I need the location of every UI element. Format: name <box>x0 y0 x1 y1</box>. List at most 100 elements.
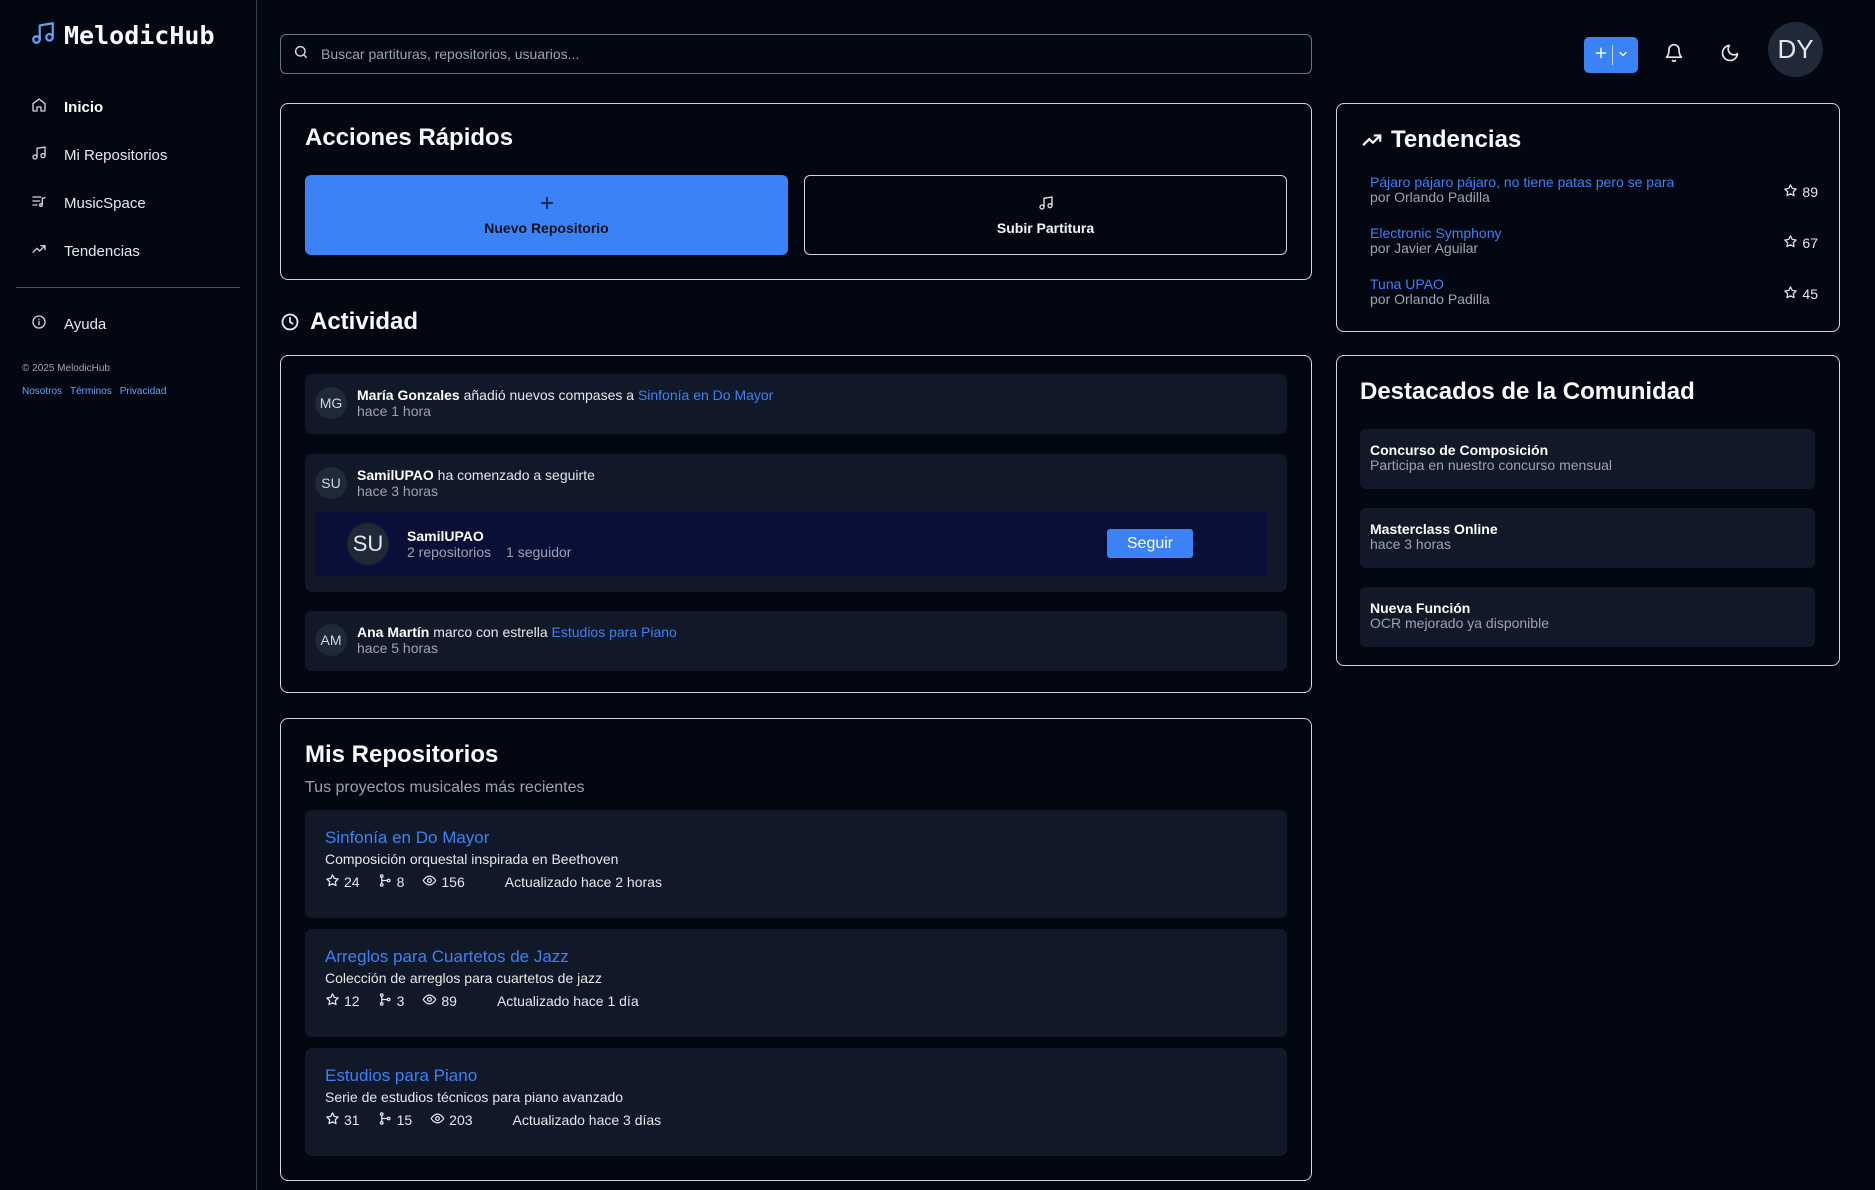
footer-link-privacidad[interactable]: Privacidad <box>120 386 167 397</box>
sidebar-divider <box>16 287 240 288</box>
activity-text: María Gonzales añadió nuevos compases a … <box>357 387 773 403</box>
featured-item[interactable]: Nueva Función OCR mejorado ya disponible <box>1360 587 1815 647</box>
eye-icon <box>422 992 437 1010</box>
trend-name-link[interactable]: Pájaro pájaro pájaro, no tiene patas per… <box>1370 175 1818 190</box>
view-count: 89 <box>441 993 457 1009</box>
music-note-icon <box>31 145 47 165</box>
avatar: MG <box>315 387 347 419</box>
sidebar-item-label: Ayuda <box>64 315 107 333</box>
follower-followers-count: 1 seguidor <box>506 544 572 560</box>
repository-name-link[interactable]: Sinfonía en Do Mayor <box>325 828 1267 848</box>
eye-icon <box>430 1111 445 1129</box>
repositories-subtitle: Tus proyectos musicales más recientes <box>305 779 585 796</box>
music-note-icon <box>1038 195 1054 214</box>
featured-item[interactable]: Concurso de Composición Participa en nue… <box>1360 429 1815 489</box>
sidebar-item-label: MusicSpace <box>64 194 146 212</box>
notifications-button[interactable] <box>1654 35 1694 75</box>
bell-icon <box>1664 43 1684 67</box>
moon-icon <box>1720 43 1740 67</box>
theme-toggle-button[interactable] <box>1710 35 1750 75</box>
copyright: © 2025 MelodicHub <box>22 363 110 374</box>
repositories-title: Mis Repositorios <box>305 741 499 768</box>
fork-icon <box>378 873 393 891</box>
sidebar-item-mi-repositorios[interactable]: Mi Repositorios <box>16 131 240 179</box>
view-count: 156 <box>441 874 465 890</box>
avatar: AM <box>315 624 347 656</box>
quick-actions-title: Acciones Rápidos <box>305 124 514 151</box>
repository-name-link[interactable]: Arreglos para Cuartetos de Jazz <box>325 947 1267 967</box>
featured-item-title: Nueva Función <box>1370 600 1471 616</box>
activity-user[interactable]: SamilUPAO <box>357 467 434 483</box>
footer-link-nosotros[interactable]: Nosotros <box>22 386 62 397</box>
playlist-icon <box>31 193 47 213</box>
trend-item[interactable]: Electronic Symphony por Javier Aguilar 6… <box>1370 226 1818 256</box>
featured-item-subtitle: Participa en nuestro concurso mensual <box>1370 457 1613 473</box>
trending-icon <box>1361 129 1383 151</box>
sidebar-item-inicio[interactable]: Inicio <box>16 83 240 131</box>
sidebar-item-label: Inicio <box>64 98 104 116</box>
repository-item[interactable]: Sinfonía en Do Mayor Composición orquest… <box>305 810 1287 918</box>
activity-text: Ana Martín marco con estrella Estudios p… <box>357 624 677 640</box>
activity-user[interactable]: María Gonzales <box>357 387 460 403</box>
star-icon <box>325 1111 340 1129</box>
follow-button[interactable]: Seguir <box>1107 529 1193 558</box>
star-icon <box>1783 285 1798 303</box>
sidebar-footer: © 2025 MelodicHub Nosotros Términos Priv… <box>22 363 166 397</box>
activity-header: Actividad <box>280 308 418 336</box>
new-repository-button[interactable]: Nuevo Repositorio <box>305 175 788 255</box>
repository-description: Serie de estudios técnicos para piano av… <box>325 1089 624 1105</box>
repository-updated: Actualizado hace 1 día <box>496 993 639 1009</box>
upload-score-button[interactable]: Subir Partitura <box>804 175 1287 255</box>
avatar: SU <box>347 523 389 565</box>
activity-item: SU SamilUPAO ha comenzado a seguirte hac… <box>305 454 1287 592</box>
activity-item[interactable]: MG María Gonzales añadió nuevos compases… <box>305 374 1287 434</box>
sidebar-item-musicspace[interactable]: MusicSpace <box>16 179 240 227</box>
featured-item-subtitle: hace 3 horas <box>1370 536 1451 552</box>
activity-target-link[interactable]: Sinfonía en Do Mayor <box>638 387 773 403</box>
trend-star-count: 45 <box>1802 286 1818 302</box>
top-actions: DY <box>1584 22 1823 77</box>
star-count: 12 <box>344 993 360 1009</box>
featured-item-title: Concurso de Composición <box>1370 442 1549 458</box>
footer-links: Nosotros Términos Privacidad <box>22 386 166 397</box>
user-avatar[interactable]: DY <box>1768 22 1823 77</box>
footer-link-terminos[interactable]: Términos <box>70 386 112 397</box>
music-logo-icon <box>30 20 56 50</box>
repository-name-link[interactable]: Estudios para Piano <box>325 1066 1267 1086</box>
repository-updated: Actualizado hace 3 días <box>512 1112 662 1128</box>
trend-author: por Orlando Padilla <box>1370 189 1490 205</box>
trend-item[interactable]: Pájaro pájaro pájaro, no tiene patas per… <box>1370 175 1818 205</box>
brand[interactable]: MelodicHub <box>30 20 215 50</box>
star-count: 31 <box>344 1112 360 1128</box>
repository-item[interactable]: Estudios para Piano Serie de estudios té… <box>305 1048 1287 1156</box>
fork-icon <box>378 992 393 1010</box>
search-input[interactable] <box>321 46 1221 62</box>
follower-name[interactable]: SamilUPAO <box>407 528 571 544</box>
featured-item[interactable]: Masterclass Online hace 3 horas <box>1360 508 1815 568</box>
avatar: SU <box>315 467 347 499</box>
activity-target-link[interactable]: Estudios para Piano <box>552 624 677 640</box>
trend-name-link[interactable]: Tuna UPAO <box>1370 277 1818 292</box>
activity-user[interactable]: Ana Martín <box>357 624 429 640</box>
search-icon <box>293 44 309 64</box>
trend-name-link[interactable]: Electronic Symphony <box>1370 226 1818 241</box>
plus-icon <box>1594 46 1608 64</box>
trend-item[interactable]: Tuna UPAO por Orlando Padilla 45 <box>1370 277 1818 307</box>
fork-count: 8 <box>396 874 405 890</box>
search-bar[interactable] <box>280 34 1312 74</box>
trends-title: Tendencias <box>1391 126 1522 153</box>
new-repository-label: Nuevo Repositorio <box>484 219 609 236</box>
sidebar-nav: Inicio Mi Repositorios MusicSpace Tenden… <box>16 83 240 348</box>
sidebar-item-tendencias[interactable]: Tendencias <box>16 227 240 275</box>
activity-item[interactable]: AM Ana Martín marco con estrella Estudio… <box>305 611 1287 671</box>
chevron-down-icon <box>1617 47 1629 64</box>
featured-card: Destacados de la Comunidad Concurso de C… <box>1336 355 1840 666</box>
sidebar-item-label: Tendencias <box>64 242 140 260</box>
add-menu-button[interactable] <box>1584 37 1638 73</box>
activity-action: ha comenzado a seguirte <box>433 467 595 483</box>
sidebar-item-ayuda[interactable]: Ayuda <box>16 300 240 348</box>
fork-count: 3 <box>396 993 405 1009</box>
repository-description: Composición orquestal inspirada en Beeth… <box>325 851 619 867</box>
repository-item[interactable]: Arreglos para Cuartetos de Jazz Colecció… <box>305 929 1287 1037</box>
clock-icon <box>280 312 300 332</box>
